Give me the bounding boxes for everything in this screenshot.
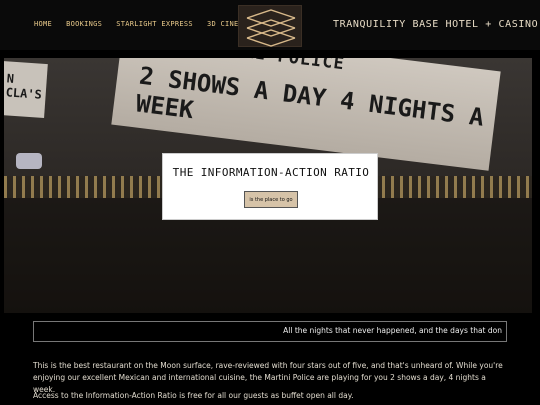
street-lamp	[16, 153, 42, 169]
description-paragraph-2: Access to the Information-Action Ratio i…	[33, 391, 354, 400]
nav-link-starlight-express[interactable]: STARLIGHT EXPRESS	[116, 20, 193, 28]
nav-link-bookings[interactable]: BOOKINGS	[66, 20, 102, 28]
info-card: THE INFORMATION-ACTION RATIO is the plac…	[162, 153, 378, 220]
nav-link-home[interactable]: HOME	[34, 20, 52, 28]
left-sign-text: N CLA'S	[5, 71, 43, 102]
left-marquee-sign: N CLA'S	[4, 59, 48, 119]
place-to-go-button[interactable]: is the place to go	[244, 191, 298, 208]
site-title: TRANQUILITY BASE HOTEL + CASINO	[333, 19, 539, 30]
logo-svg	[246, 9, 296, 47]
nav-links: HOME BOOKINGS STARLIGHT EXPRESS 3D CINEM…	[34, 20, 248, 28]
ticker-bar: All the nights that never happened, and …	[33, 321, 507, 342]
info-card-title: THE INFORMATION-ACTION RATIO	[172, 166, 370, 179]
chevron-logo-icon[interactable]	[238, 5, 302, 47]
ticker-text: All the nights that never happened, and …	[283, 326, 502, 335]
top-navbar: HOME BOOKINGS STARLIGHT EXPRESS 3D CINEM…	[0, 0, 540, 50]
